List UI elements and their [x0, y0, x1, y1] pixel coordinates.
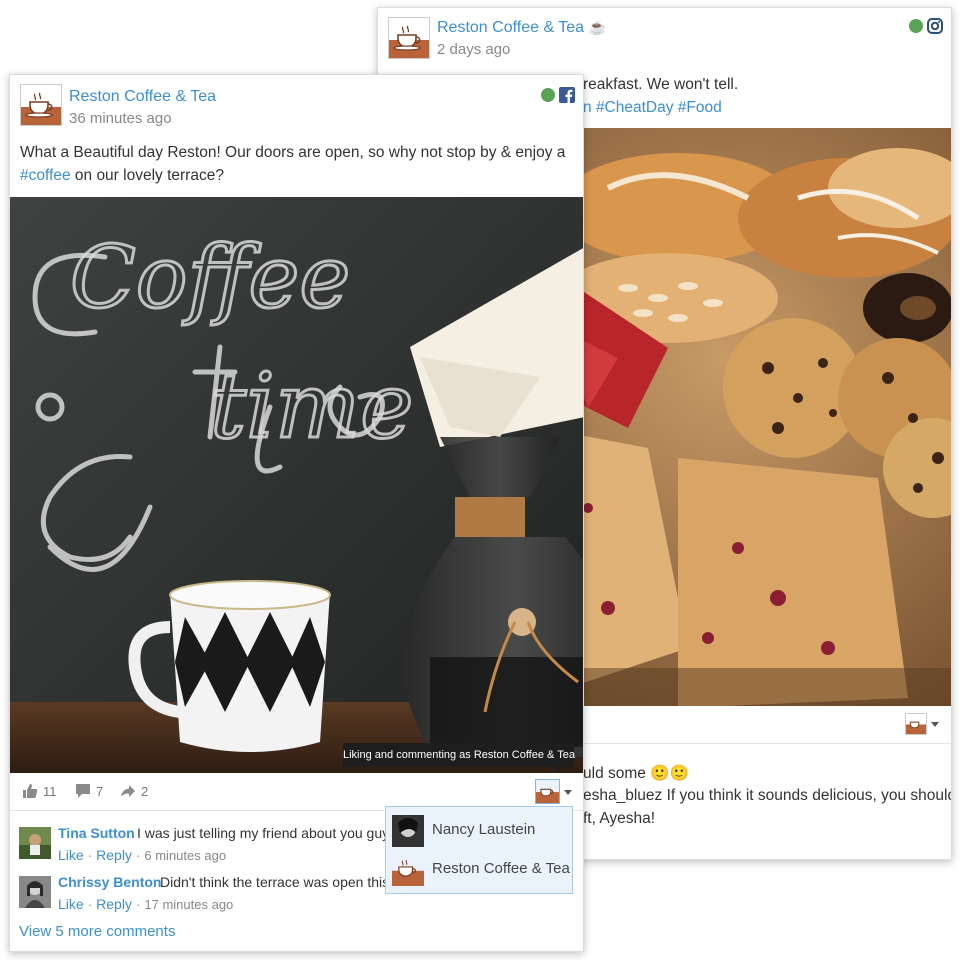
view-more-comments-link[interactable]: View 5 more comments [19, 923, 175, 940]
status-dot [541, 88, 555, 102]
commenter-avatar[interactable] [19, 827, 51, 859]
comment-text: esha_bluez If you think it sounds delici… [583, 787, 952, 804]
post-text-line: on our lovely terrace? [74, 167, 224, 184]
thumbs-up-icon [23, 784, 38, 798]
coffee-photo[interactable]: Coffee time [10, 197, 583, 773]
hashtag-fragment[interactable]: n [583, 99, 592, 116]
comment-reply-link[interactable]: Reply [96, 847, 132, 863]
comment-like-link[interactable]: Like [58, 847, 84, 863]
comment-timestamp: 6 minutes ago [144, 848, 227, 863]
comment-timestamp: 17 minutes ago [144, 897, 234, 912]
identity-option-label: Reston Coffee & Tea [432, 860, 570, 877]
page-name-link[interactable]: Reston Coffee & Tea ☕ [437, 19, 606, 37]
comment-text: Didn't think the terrace was open this [160, 874, 390, 890]
chalk-text-time: time [210, 354, 414, 459]
post-text: reakfast. We won't tell. n #CheatDay #Fo… [583, 73, 738, 119]
comment-author[interactable]: Tina Sutton [58, 825, 135, 841]
comment-count: 7 [96, 783, 104, 799]
comment-meta: Like · Reply · 6 minutes ago [58, 847, 227, 863]
identity-tooltip: Liking and commenting as Reston Coffee &… [343, 743, 575, 767]
identity-selector-avatar[interactable] [905, 713, 927, 735]
identity-option-reston[interactable]: Reston Coffee & Tea [386, 850, 572, 890]
hashtag-food[interactable]: #Food [678, 99, 722, 116]
like-count: 11 [43, 783, 57, 799]
identity-option-label: Nancy Laustein [432, 821, 536, 838]
post-text-line: reakfast. We won't tell. [583, 76, 739, 93]
comment-text: ft, Ayesha! [583, 810, 656, 827]
chalk-text-coffee: Coffee [70, 228, 350, 328]
identity-selector-avatar[interactable] [535, 779, 560, 804]
comment-icon [76, 784, 90, 798]
share-count: 2 [141, 783, 149, 799]
instagram-icon[interactable] [927, 18, 943, 34]
coffee-emoji-icon: ☕ [588, 19, 606, 35]
tooltip-arrow [553, 767, 563, 772]
comment-action[interactable]: 7 [75, 783, 103, 799]
commenter-avatar[interactable] [19, 876, 51, 908]
hashtag-coffee[interactable]: #coffee [20, 167, 71, 184]
comment-author[interactable]: Chrissy Benton [58, 874, 161, 890]
hashtag-cheatday[interactable]: #CheatDay [596, 99, 674, 116]
comment-reply-link[interactable]: Reply [96, 896, 132, 912]
page-name[interactable]: Reston Coffee & Tea [437, 19, 584, 36]
post-timestamp[interactable]: 2 days ago [437, 41, 510, 58]
post-text: What a Beautiful day Reston! Our doors a… [20, 141, 580, 187]
post-timestamp[interactable]: 36 minutes ago [69, 110, 172, 127]
post-text-line: What a Beautiful day Reston! Our doors a… [20, 144, 566, 161]
user-avatar [392, 815, 424, 847]
comment-text: I was just telling my friend about you g… [137, 825, 390, 841]
page-name[interactable]: Reston Coffee & Tea [69, 88, 216, 106]
comment-meta: Like · Reply · 17 minutes ago [58, 896, 234, 912]
page-avatar-logo[interactable] [20, 84, 62, 126]
comment-like-link[interactable]: Like [58, 896, 84, 912]
identity-option-nancy[interactable]: Nancy Laustein [386, 811, 572, 851]
page-avatar-logo[interactable] [388, 17, 430, 59]
comment-text: uld some 🙂🙂 [583, 765, 689, 782]
share-icon [121, 785, 135, 797]
like-action[interactable]: 11 [22, 783, 57, 799]
page-logo-icon [392, 854, 424, 886]
status-dot [909, 19, 923, 33]
facebook-icon[interactable] [559, 87, 575, 103]
chevron-down-icon[interactable] [564, 790, 572, 795]
share-action[interactable]: 2 [120, 783, 148, 799]
identity-dropdown-menu: Nancy Laustein Reston Coffee & Tea [385, 806, 573, 894]
chevron-down-icon[interactable] [931, 722, 939, 727]
